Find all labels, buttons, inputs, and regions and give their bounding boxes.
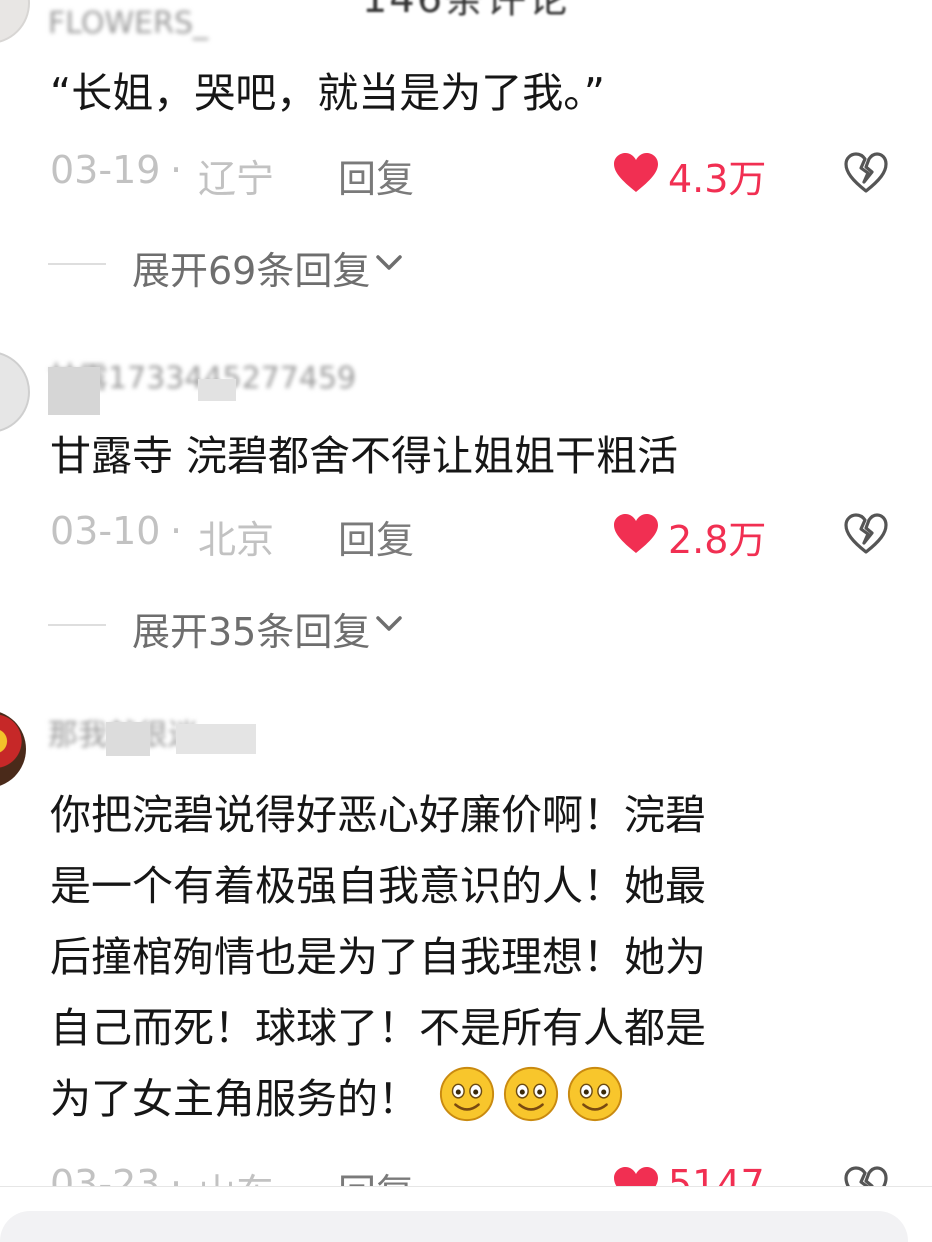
avatar[interactable]	[0, 351, 30, 433]
comment-input[interactable]	[0, 1211, 908, 1242]
heart-icon[interactable]	[613, 1166, 659, 1186]
reply-button[interactable]: 回复	[338, 148, 414, 203]
expand-divider	[48, 263, 106, 265]
comment-username[interactable]: 那我就很迷	[48, 710, 468, 756]
comment-text: 你把浣碧说得好恶心好廉价啊！浣碧 是一个有着极强自我意识的人！她最 后撞棺殉情也…	[50, 780, 880, 1135]
heart-icon[interactable]	[613, 152, 659, 194]
comment-item: FLOWERS_ “长姐，哭吧，就当是为了我。” 03-19 · 辽宁 回复 4…	[0, 0, 932, 310]
comment-text-line: 你把浣碧说得好恶心好廉价啊！浣碧	[50, 791, 706, 839]
chevron-down-icon	[376, 616, 402, 631]
comment-text-line: 是一个有着极强自我意识的人！她最	[50, 862, 706, 910]
expand-replies-label: 展开35条回复	[132, 610, 371, 654]
comment-input-bar	[0, 1186, 932, 1242]
comment-meta: 03-23 · 山东 回复 5147	[50, 1162, 890, 1186]
comment-date: 03-19	[50, 148, 161, 192]
broken-heart-icon[interactable]	[843, 512, 889, 556]
meta-separator: ·	[170, 1162, 183, 1186]
comment-date: 03-10	[50, 509, 161, 553]
comment-location: 辽宁	[198, 157, 275, 201]
comment-location: 山东	[198, 1162, 274, 1186]
comment-text-line: 自己而死！球球了！不是所有人都是	[50, 1004, 706, 1052]
comment-text-line: 后撞棺殉情也是为了自我理想！她为	[50, 933, 706, 981]
like-count: 2.8万	[668, 518, 767, 562]
broken-heart-icon[interactable]	[843, 1165, 889, 1186]
meta-separator: ·	[170, 148, 183, 192]
broken-heart-icon[interactable]	[843, 151, 889, 195]
username-mosaic	[48, 367, 100, 415]
smile-emoji-icon	[439, 1066, 495, 1122]
expand-replies[interactable]: 展开35条回复	[48, 601, 548, 654]
smile-emoji-icon	[503, 1066, 559, 1122]
comment-username[interactable]: 甘露1733445277459	[48, 353, 468, 415]
username-mosaic	[176, 724, 256, 754]
avatar[interactable]	[0, 0, 30, 44]
comment-meta: 03-10 · 北京 回复 2.8万	[50, 509, 890, 562]
like-count: 5147	[668, 1162, 765, 1186]
reply-button[interactable]: 回复	[338, 1162, 414, 1186]
comment-meta-cut: 03-23 · 山东 回复 5147	[50, 1158, 890, 1186]
comment-location: 北京	[198, 518, 275, 562]
expand-replies-label: 展开69条回复	[132, 249, 371, 293]
reply-button[interactable]: 回复	[338, 509, 414, 564]
comment-item: 甘露1733445277459 甘露寺 浣碧都舍不得让姐姐干粗活 03-10 ·…	[0, 345, 932, 665]
comment-text: “长姐，哭吧，就当是为了我。”	[50, 69, 605, 117]
comment-meta: 03-19 · 辽宁 回复 4.3万	[50, 148, 890, 201]
like-count: 4.3万	[668, 157, 767, 201]
avatar[interactable]	[0, 710, 26, 788]
comment-page: 146条评论 FLOWERS_ “长姐，哭吧，就当是为了我。” 03-19 · …	[0, 0, 932, 1242]
comment-date: 03-23	[50, 1162, 161, 1186]
meta-separator: ·	[170, 509, 183, 553]
comment-text: 甘露寺 浣碧都舍不得让姐姐干粗活	[50, 432, 679, 480]
heart-icon[interactable]	[613, 513, 659, 555]
expand-divider	[48, 624, 106, 626]
comment-text-line-last: 为了女主角服务的！	[50, 1064, 880, 1135]
username-mosaic	[198, 379, 236, 401]
comment-text-line: 为了女主角服务的！	[50, 1075, 419, 1123]
username-mosaic	[106, 722, 150, 756]
expand-replies[interactable]: 展开69条回复	[48, 240, 548, 293]
comment-username[interactable]: FLOWERS_	[48, 6, 468, 46]
smile-emoji-icon	[567, 1066, 623, 1122]
comment-item: 那我就很迷 你把浣碧说得好恶心好廉价啊！浣碧 是一个有着极强自我意识的人！她最 …	[0, 700, 932, 1186]
chevron-down-icon	[376, 255, 402, 270]
